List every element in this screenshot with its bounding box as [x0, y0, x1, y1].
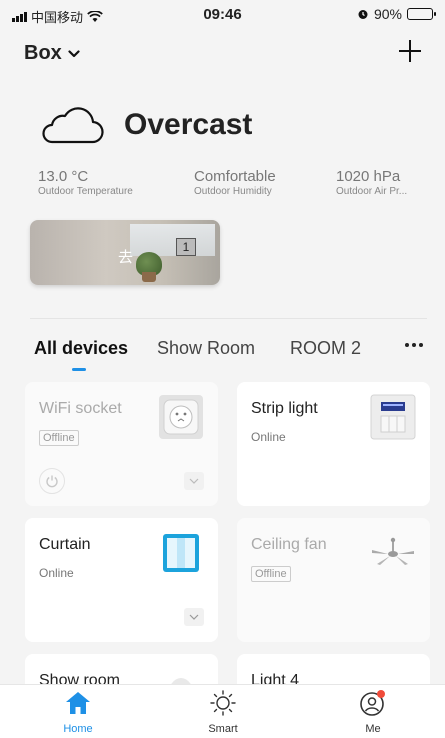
power-icon: [46, 475, 58, 488]
battery-icon: [407, 8, 436, 20]
plus-icon[interactable]: [395, 36, 425, 66]
metric-temperature: 13.0 °C Outdoor Temperature: [38, 168, 133, 197]
metric-humidity: Comfortable Outdoor Humidity: [194, 168, 276, 197]
device-card-curtain[interactable]: Curtain Online: [25, 518, 218, 642]
device-card-strip-light[interactable]: Strip light Online: [237, 382, 430, 506]
nav-me[interactable]: Me: [333, 689, 413, 735]
device-name: Strip light: [251, 400, 318, 417]
metric-value: Comfortable: [194, 168, 276, 185]
active-tab-indicator: [72, 368, 86, 371]
weather-condition: Overcast: [124, 108, 253, 141]
device-card-ceiling-fan[interactable]: Ceiling fan Offline: [237, 518, 430, 642]
scene-image-window: [130, 224, 215, 256]
status-right: 90%: [357, 6, 436, 22]
metric-value: 1020 hPa: [336, 168, 401, 185]
scene-name: 去: [118, 249, 134, 266]
bottom-nav: Home Smart Me: [0, 684, 445, 738]
weather-metrics: 13.0 °C Outdoor Temperature Comfortable …: [0, 168, 445, 208]
metric-label: Outdoor Humidity: [194, 186, 272, 197]
device-status: Online: [251, 430, 286, 444]
metric-label: Outdoor Air Pr...: [336, 186, 408, 197]
nav-label: Home: [63, 723, 93, 735]
profile-icon: [360, 690, 385, 716]
scene-image-frame: 1: [176, 238, 196, 256]
metric-value: 13.0 °C: [38, 168, 89, 185]
expand-button[interactable]: [184, 472, 204, 490]
battery-percent: 90%: [373, 6, 402, 22]
device-name: WiFi socket: [39, 400, 122, 417]
tab-show-room[interactable]: Show Room: [157, 338, 255, 359]
weather-summary: Overcast: [38, 105, 252, 145]
chevron-down-icon: [68, 49, 80, 57]
nav-smart[interactable]: Smart: [183, 689, 263, 735]
device-name: Ceiling fan: [251, 536, 327, 553]
device-name: Curtain: [39, 536, 91, 553]
more-icon[interactable]: [405, 343, 423, 347]
metric-label: Outdoor Temperature: [38, 186, 133, 197]
tab-room-2[interactable]: ROOM 2: [290, 338, 361, 359]
expand-button[interactable]: [184, 608, 204, 626]
device-card-wifi-socket[interactable]: WiFi socket Offline: [25, 382, 218, 506]
home-icon: [66, 692, 90, 714]
status-bar: 中国移动 09:46 90%: [0, 0, 445, 30]
tab-all-devices[interactable]: All devices: [34, 338, 128, 359]
scene-image-pot: [142, 272, 156, 282]
header: Box: [0, 30, 445, 80]
cloud-icon: [42, 107, 104, 144]
divider: [30, 318, 427, 319]
metric-air-pressure: 1020 hPa Outdoor Air Pr...: [336, 168, 426, 197]
sun-icon: [210, 690, 236, 716]
device-status: Offline: [251, 566, 291, 582]
room-tabs: All devices Show Room ROOM 2: [0, 336, 445, 376]
chevron-down-icon: [189, 478, 199, 484]
power-button[interactable]: [39, 468, 65, 494]
strip-light-controller-icon: [370, 394, 416, 440]
socket-icon: [159, 395, 203, 439]
curtain-icon: [163, 534, 199, 572]
device-status: Online: [39, 566, 74, 580]
ceiling-fan-icon: [372, 537, 414, 565]
nav-label: Me: [365, 723, 381, 735]
notification-dot: [377, 690, 385, 698]
home-name: Box: [24, 42, 62, 64]
chevron-down-icon: [189, 614, 199, 620]
nav-home[interactable]: Home: [38, 689, 118, 735]
scene-card[interactable]: 1 去: [30, 220, 220, 285]
alarm-icon: [358, 10, 368, 19]
nav-label: Smart: [208, 723, 238, 735]
home-selector[interactable]: Box: [24, 42, 80, 65]
device-status: Offline: [39, 430, 79, 446]
